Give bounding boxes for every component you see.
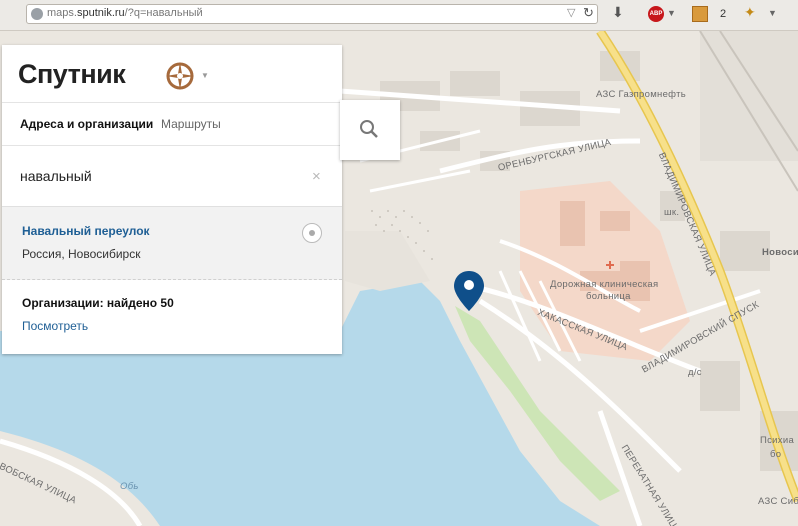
map-label-bo: бо xyxy=(770,449,782,460)
map-label-ob-river: Обь xyxy=(120,481,139,492)
map-label-psych: Психиа xyxy=(760,435,795,446)
tabs: Адреса и организации Маршруты xyxy=(2,103,342,146)
reload-icon[interactable]: ↻ xyxy=(583,5,594,21)
search-button[interactable] xyxy=(340,100,400,160)
result-title[interactable]: Навальный переулок xyxy=(22,224,150,238)
adblock-icon[interactable]: ABP xyxy=(648,6,664,22)
logo-menu-arrow-icon[interactable]: ▼ xyxy=(201,71,209,80)
extension-count: 2 xyxy=(720,8,727,20)
map-label-azs: АЗС Газпромнефть xyxy=(596,89,686,100)
map-label-kindergarten: д/с xyxy=(688,367,702,378)
address-bar[interactable]: maps.sputnik.ru/?q=навальный ▽ ↻ xyxy=(26,4,598,24)
url-text[interactable]: maps.sputnik.ru/?q=навальный xyxy=(47,7,203,19)
compass-icon[interactable] xyxy=(164,60,196,92)
result-item[interactable]: Навальный переулок Россия, Новосибирск xyxy=(2,206,342,280)
search-icon xyxy=(360,120,378,138)
organizations-block: Организации: найдено 50 Посмотреть xyxy=(2,280,342,354)
extension2-menu-arrow-icon[interactable]: ▼ xyxy=(768,8,777,24)
map-label-school: шк. xyxy=(664,207,680,218)
result-locate-icon[interactable] xyxy=(302,223,322,243)
organizations-view-link[interactable]: Посмотреть xyxy=(22,319,88,333)
extension2-icon[interactable]: ✦ xyxy=(744,4,756,20)
result-subtitle: Россия, Новосибирск xyxy=(22,247,141,261)
extension-icon[interactable] xyxy=(692,6,708,22)
map-label-hospital-line1: Дорожная клиническая xyxy=(550,279,659,290)
download-icon[interactable]: ⬇ xyxy=(612,4,624,20)
search-input[interactable] xyxy=(2,146,340,206)
tab-addresses[interactable]: Адреса и организации xyxy=(20,117,153,131)
tab-routes[interactable]: Маршруты xyxy=(161,117,221,131)
map-label-hospital-line2: больница xyxy=(586,291,631,302)
map-label-azs-sib: АЗС Сиб xyxy=(758,496,798,507)
chevron-down-icon[interactable]: ▽ xyxy=(567,6,575,19)
search-row: × xyxy=(2,146,342,206)
logo[interactable]: Спутник xyxy=(18,59,126,90)
map-pin-icon xyxy=(454,271,484,311)
logo-area: Спутник ▼ xyxy=(2,45,342,103)
organizations-count: Организации: найдено 50 xyxy=(22,296,174,310)
adblock-menu-arrow-icon[interactable]: ▼ xyxy=(667,8,676,24)
map-label-novosibirsk: Новосиб xyxy=(762,247,798,258)
browser-toolbar: maps.sputnik.ru/?q=навальный ▽ ↻ ⬇ ABP ▼… xyxy=(0,0,798,31)
search-panel: Спутник ▼ Адреса и организации Маршруты … xyxy=(2,45,342,354)
clear-icon[interactable]: × xyxy=(312,168,321,185)
globe-icon xyxy=(31,8,43,20)
